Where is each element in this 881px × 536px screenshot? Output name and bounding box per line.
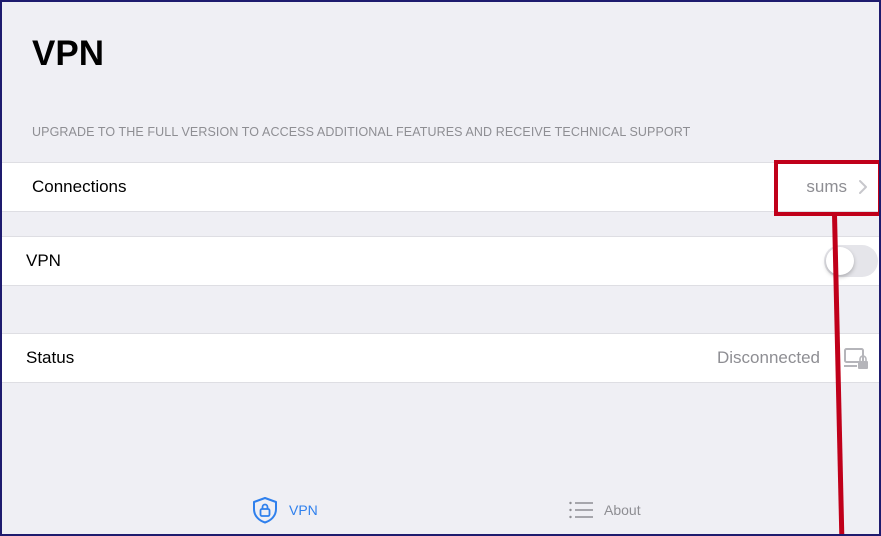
computer-lock-icon [844,348,868,369]
connections-row[interactable]: Connections sums [2,162,879,212]
shield-lock-icon [253,497,277,524]
tab-bar: VPN About [2,482,879,534]
tab-vpn[interactable]: VPN [251,482,318,534]
tab-about[interactable]: About [568,482,641,534]
status-label: Status [26,348,75,367]
app-window: VPN UPGRADE TO THE FULL VERSION TO ACCES… [0,0,881,536]
page-title: VPN [32,34,104,73]
vpn-toggle-row: VPN [2,236,879,286]
tab-vpn-label: VPN [289,502,318,518]
vpn-row-label: VPN [26,251,61,270]
tab-about-label: About [604,502,641,518]
annotation-highlight-box [774,160,879,216]
upgrade-banner-text[interactable]: UPGRADE TO THE FULL VERSION TO ACCESS AD… [32,125,690,139]
list-icon [569,501,593,519]
connections-label: Connections [32,177,127,196]
status-row: Status Disconnected [2,333,879,383]
toggle-knob [826,247,854,275]
status-value: Disconnected [716,348,820,367]
